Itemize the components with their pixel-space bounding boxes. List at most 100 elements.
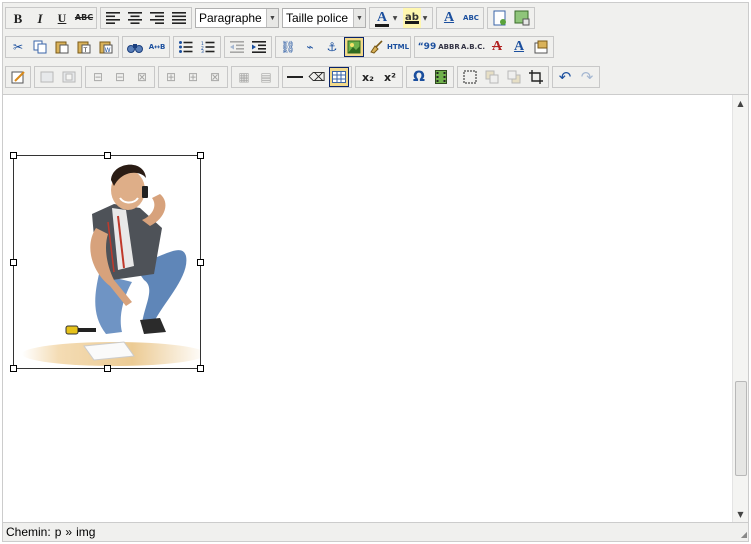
new-document-button[interactable]: [490, 8, 510, 28]
chevron-down-icon: ▼: [353, 9, 365, 27]
insert-media-button[interactable]: [431, 67, 451, 87]
toggle-absolute-button[interactable]: [526, 67, 546, 87]
unlink-button[interactable]: ⌁: [300, 37, 320, 57]
eraser-icon: ⌫: [308, 70, 326, 84]
highlight-color-swatch: [405, 21, 419, 24]
copy-button[interactable]: [30, 37, 50, 57]
path-element-p[interactable]: p: [55, 525, 62, 539]
resize-handle-ne[interactable]: [197, 152, 204, 159]
deletion-button[interactable]: A: [487, 37, 507, 57]
resize-handle-w[interactable]: [10, 259, 17, 266]
italic-button[interactable]: I: [30, 8, 50, 28]
align-justify-button[interactable]: [169, 8, 189, 28]
outdent-icon: [230, 41, 244, 53]
move-forward-button[interactable]: [482, 67, 502, 87]
resize-handle-se[interactable]: [197, 365, 204, 372]
bullet-list-button[interactable]: [176, 37, 196, 57]
insert-link-button[interactable]: ⛓: [278, 37, 298, 57]
resize-handle-n[interactable]: [104, 152, 111, 159]
align-left-button[interactable]: [103, 8, 123, 28]
indent-button[interactable]: [249, 37, 269, 57]
highlight-color-button[interactable]: ab ▼: [403, 8, 429, 28]
font-size-select[interactable]: Taille police ▼: [282, 8, 366, 28]
insertion-button[interactable]: A: [509, 37, 529, 57]
attributes-button[interactable]: [531, 37, 551, 57]
toolbar-row-3: ⊟ ⊟ ⊠ ⊞ ⊞ ⊠ ▦ ▤ ⌫ x₂ x² Ω ↶ ↷: [5, 65, 603, 89]
edit-css-button[interactable]: [8, 67, 28, 87]
outdent-button[interactable]: [227, 37, 247, 57]
underline-button[interactable]: U: [52, 8, 72, 28]
resize-handle-sw[interactable]: [10, 365, 17, 372]
split-cells-icon: ▦: [238, 70, 250, 84]
editor-content-area[interactable]: ▲ ▼: [3, 95, 748, 522]
delete-row-button[interactable]: ⊠: [132, 67, 152, 87]
text-color-button[interactable]: A ▼: [373, 8, 399, 28]
cleanup-button[interactable]: [366, 37, 386, 57]
redo-button[interactable]: ↷: [577, 67, 597, 87]
col-after-button[interactable]: ⊞: [183, 67, 203, 87]
visual-aid-icon: [463, 70, 477, 84]
insert-layer-button[interactable]: [37, 67, 57, 87]
html-source-button[interactable]: HTML: [387, 37, 409, 57]
paste-text-button[interactable]: T: [74, 37, 94, 57]
insert-table-button[interactable]: [329, 67, 349, 87]
scroll-up-icon[interactable]: ▲: [733, 95, 748, 111]
insert-image-button[interactable]: [344, 37, 364, 57]
chevron-down-icon[interactable]: ▼: [391, 15, 399, 22]
resize-handle-s[interactable]: [104, 365, 111, 372]
delete-col-button[interactable]: ⊠: [205, 67, 225, 87]
crop-icon: [529, 70, 543, 84]
horizontal-rule-button[interactable]: [285, 67, 305, 87]
merge-cells-button[interactable]: ▤: [256, 67, 276, 87]
absolute-position-button[interactable]: [59, 67, 79, 87]
strikethrough-button[interactable]: ABC: [74, 8, 94, 28]
undo-button[interactable]: ↶: [555, 67, 575, 87]
vertical-scrollbar[interactable]: ▲ ▼: [732, 95, 748, 522]
spellcheck-button[interactable]: ABC: [461, 8, 481, 28]
remove-format-button[interactable]: ⌫: [307, 67, 327, 87]
resize-handle-e[interactable]: [197, 259, 204, 266]
align-center-button[interactable]: [125, 8, 145, 28]
visual-aid-button[interactable]: [460, 67, 480, 87]
bold-button[interactable]: B: [8, 8, 28, 28]
styles-button[interactable]: A: [439, 8, 459, 28]
cut-button[interactable]: ✂: [8, 37, 28, 57]
row-after-button[interactable]: ⊟: [110, 67, 130, 87]
layer-icon: [40, 71, 54, 83]
status-bar: Chemin: p » img ◢: [3, 522, 748, 541]
blockquote-button[interactable]: “99: [417, 37, 437, 57]
find-button[interactable]: [125, 37, 145, 57]
block-format-select[interactable]: Paragraphe ▼: [195, 8, 279, 28]
acronym-button[interactable]: A.B.C.: [461, 37, 485, 57]
paste-button[interactable]: [52, 37, 72, 57]
svg-text:W: W: [105, 47, 111, 54]
scroll-down-icon[interactable]: ▼: [733, 506, 748, 522]
scrollbar-thumb[interactable]: [735, 381, 747, 476]
chevron-down-icon[interactable]: ▼: [421, 15, 429, 22]
col-after-icon: ⊞: [187, 70, 199, 84]
move-backward-button[interactable]: [504, 67, 524, 87]
col-before-button[interactable]: ⊞: [161, 67, 181, 87]
selected-image[interactable]: [10, 152, 204, 372]
align-right-button[interactable]: [147, 8, 167, 28]
col-before-icon: ⊞: [165, 70, 177, 84]
paste-word-button[interactable]: W: [96, 37, 116, 57]
abbreviation-button[interactable]: ABBR: [438, 37, 459, 57]
resize-grip-icon[interactable]: ◢: [737, 530, 747, 540]
worker-photo: [14, 156, 200, 368]
broom-icon: [370, 40, 383, 54]
broken-link-icon: ⌁: [306, 40, 314, 54]
row-before-button[interactable]: ⊟: [88, 67, 108, 87]
anchor-button[interactable]: ⚓: [322, 37, 342, 57]
special-char-button[interactable]: Ω: [409, 67, 429, 87]
edit-icon: [11, 71, 25, 84]
numbered-list-button[interactable]: 123: [198, 37, 218, 57]
insert-image-preview-button[interactable]: [512, 8, 532, 28]
subscript-button[interactable]: x₂: [358, 67, 378, 87]
resize-handle-nw[interactable]: [10, 152, 17, 159]
replace-button[interactable]: A↔B: [147, 37, 167, 57]
split-cells-button[interactable]: ▦: [234, 67, 254, 87]
path-element-img[interactable]: img: [76, 525, 95, 539]
document-group: [487, 7, 535, 29]
superscript-button[interactable]: x²: [380, 67, 400, 87]
